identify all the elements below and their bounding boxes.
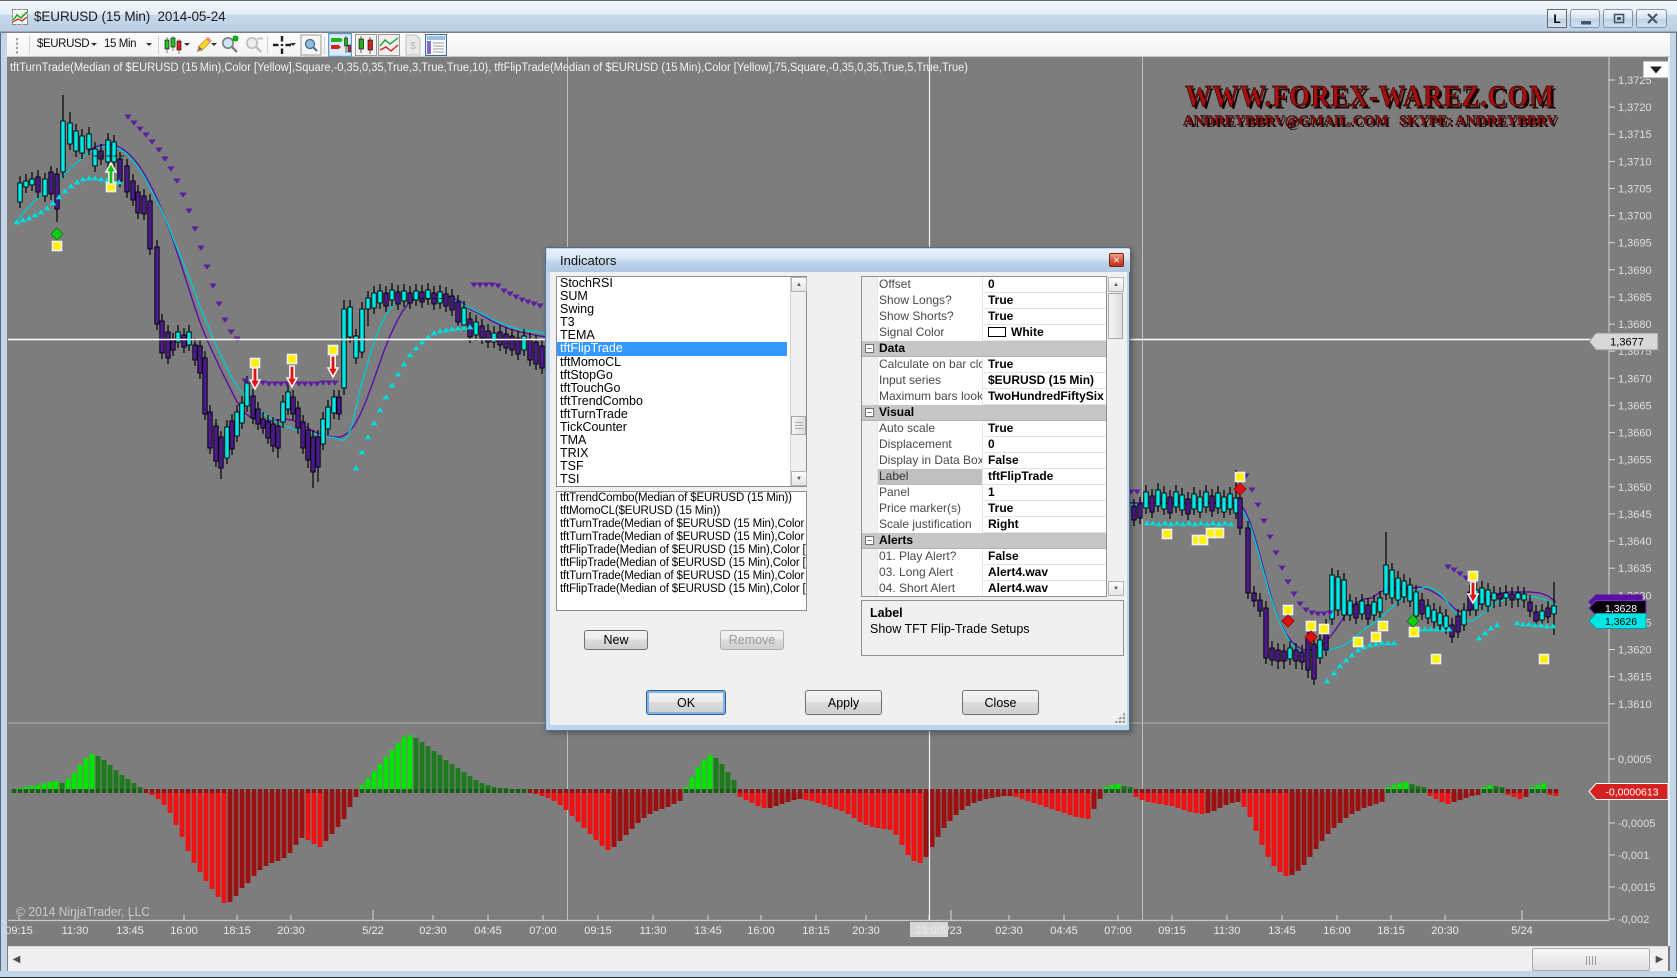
svg-text:-0,002: -0,002 [1618, 914, 1649, 926]
svg-text:09:15: 09:15 [1158, 925, 1186, 937]
svg-text:13:45: 13:45 [1268, 925, 1296, 937]
svg-text:© 2014 NinjaTrader, LLC: © 2014 NinjaTrader, LLC [16, 905, 150, 919]
svg-text:20:30: 20:30 [852, 925, 880, 937]
svg-text:16:00: 16:00 [747, 925, 775, 937]
svg-text:1,3655: 1,3655 [1618, 455, 1652, 467]
svg-text:1,3685: 1,3685 [1618, 292, 1652, 304]
svg-text:11:30: 11:30 [640, 925, 667, 937]
svg-text:1,3615: 1,3615 [1618, 672, 1652, 684]
svg-text:5/22: 5/22 [362, 925, 383, 937]
svg-text:07:00: 07:00 [529, 925, 557, 937]
svg-text:-0,0000613: -0,0000613 [1605, 787, 1658, 799]
svg-text:1,3700: 1,3700 [1618, 211, 1652, 223]
svg-text:1,3715: 1,3715 [1618, 129, 1652, 141]
svg-text:WWW.FOREX-WAREZ.COM: WWW.FOREX-WAREZ.COM [1185, 78, 1555, 113]
svg-text:07:00: 07:00 [1104, 925, 1132, 937]
svg-text:20:30: 20:30 [1431, 925, 1459, 937]
svg-text:-0,0015: -0,0015 [1618, 882, 1655, 894]
svg-text:5/24: 5/24 [1511, 925, 1532, 937]
svg-text:tftTurnTrade(Median of $EURUSD: tftTurnTrade(Median of $EURUSD (15 Min),… [10, 62, 968, 74]
svg-text:1,3680: 1,3680 [1618, 319, 1652, 331]
svg-text:04:45: 04:45 [1050, 925, 1078, 937]
svg-text:02:30: 02:30 [419, 925, 447, 937]
svg-text:09:15: 09:15 [584, 925, 612, 937]
svg-text:09:15: 09:15 [5, 925, 33, 937]
svg-text:1,3720: 1,3720 [1618, 102, 1652, 114]
svg-text:1,3660: 1,3660 [1618, 428, 1652, 440]
svg-text:1,3645: 1,3645 [1618, 509, 1652, 521]
svg-text:1,3705: 1,3705 [1618, 184, 1652, 196]
svg-text:5/23: 5/23 [940, 925, 961, 937]
svg-text:-0,001: -0,001 [1618, 850, 1649, 862]
svg-text:1,3670: 1,3670 [1618, 373, 1652, 385]
svg-text:1,3620: 1,3620 [1618, 645, 1652, 657]
svg-text:16:00: 16:00 [170, 925, 198, 937]
svg-text:ANDREYBBRV@GMAIL.COM SKYPE:: ANDREYBBRV@GMAIL.COM SKYPE: ANDREYBBRV [1183, 113, 1557, 129]
svg-text:18:15: 18:15 [223, 925, 251, 937]
svg-text:13:45: 13:45 [116, 925, 144, 937]
svg-text:1,3695: 1,3695 [1618, 238, 1652, 250]
svg-text:1,3665: 1,3665 [1618, 400, 1652, 412]
svg-text:18:15: 18:15 [802, 925, 830, 937]
svg-text:$: $ [410, 41, 416, 52]
svg-text:1,3710: 1,3710 [1618, 156, 1652, 168]
svg-text:13:45: 13:45 [694, 925, 722, 937]
svg-text:1,3626: 1,3626 [1605, 616, 1637, 628]
svg-text:1,3690: 1,3690 [1618, 265, 1652, 277]
svg-text:0,0005: 0,0005 [1618, 754, 1652, 766]
svg-text:1,3677: 1,3677 [1610, 337, 1644, 349]
svg-text:23:00: 23:00 [915, 925, 943, 937]
svg-text:16:00: 16:00 [1323, 925, 1351, 937]
svg-text:04:45: 04:45 [474, 925, 502, 937]
svg-text:11:30: 11:30 [1214, 925, 1241, 937]
svg-text:02:30: 02:30 [995, 925, 1023, 937]
svg-text:1,3635: 1,3635 [1618, 563, 1652, 575]
svg-text:18:15: 18:15 [1377, 925, 1405, 937]
svg-text:-0,0005: -0,0005 [1618, 818, 1655, 830]
svg-text:20:30: 20:30 [277, 925, 305, 937]
svg-text:1,3610: 1,3610 [1618, 699, 1652, 711]
svg-text:11:30: 11:30 [62, 925, 89, 937]
svg-text:1,3640: 1,3640 [1618, 536, 1652, 548]
svg-text:1,3650: 1,3650 [1618, 482, 1652, 494]
